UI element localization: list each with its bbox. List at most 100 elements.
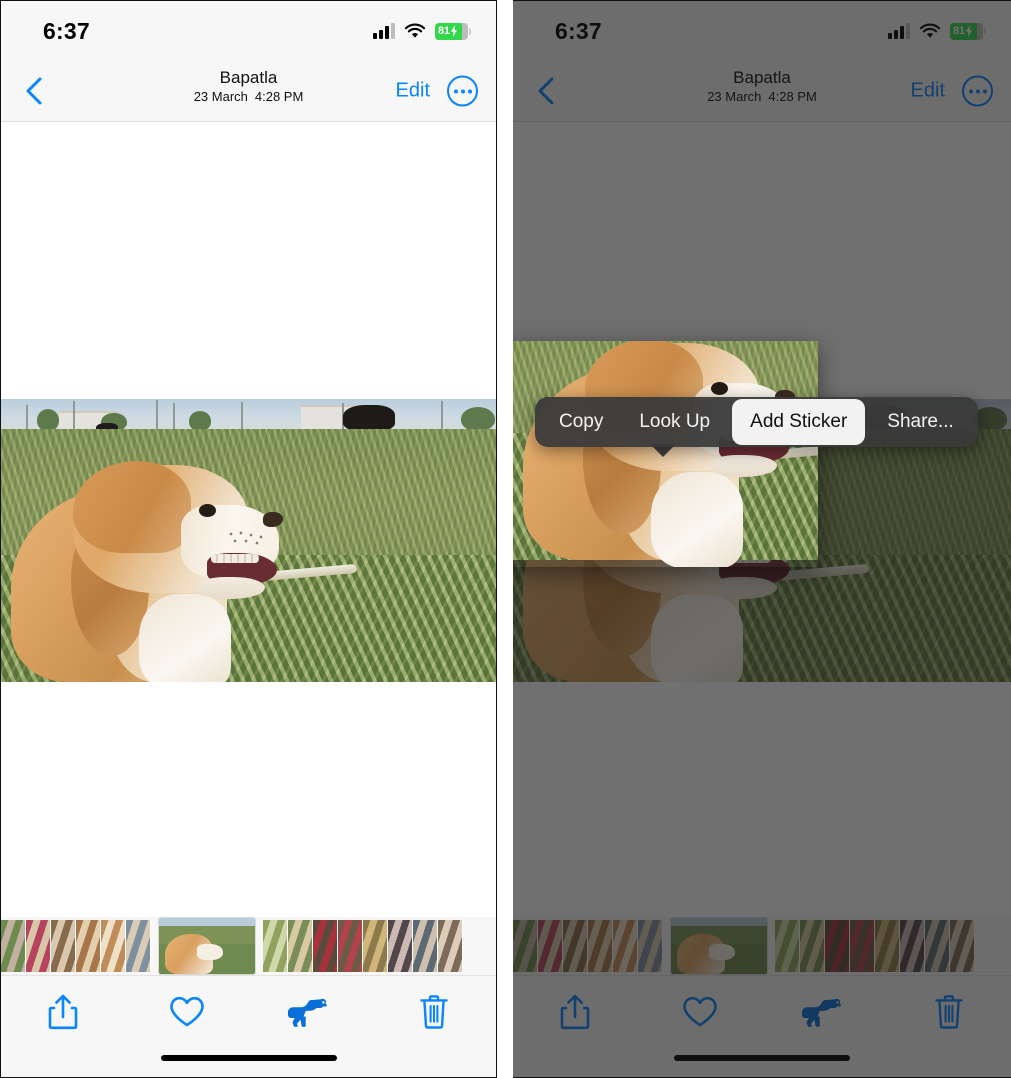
context-menu-item-0[interactable]: Copy	[541, 403, 621, 441]
filmstrip-thumb[interactable]	[413, 920, 438, 972]
thumb-image	[313, 920, 337, 972]
back-button[interactable]	[19, 75, 49, 107]
context-menu-item-1[interactable]: Look Up	[621, 403, 728, 441]
photo-filmstrip[interactable]	[1, 917, 496, 975]
photo-date: 23 March	[193, 89, 248, 104]
thumb-image	[438, 920, 462, 972]
battery-percent: 81	[953, 25, 965, 37]
filmstrip-thumb[interactable]	[513, 920, 538, 972]
thumb-image	[413, 920, 437, 972]
context-menu[interactable]: Copy Look Up Add Sticker Share...	[535, 397, 978, 447]
cellular-signal-icon	[373, 23, 395, 39]
thumb-image	[613, 920, 637, 972]
edit-button[interactable]: Edit	[911, 80, 945, 103]
filmstrip-thumb[interactable]	[51, 920, 76, 972]
favorite-button[interactable]	[638, 986, 763, 1038]
filmstrip-thumb[interactable]	[950, 920, 975, 972]
context-menu-item-3[interactable]: Share...	[869, 403, 972, 441]
main-photo[interactable]	[1, 399, 496, 682]
filmstrip-thumb[interactable]	[900, 920, 925, 972]
photo-time: 4:28 PM	[254, 89, 304, 104]
delete-button[interactable]	[372, 986, 496, 1038]
edit-button[interactable]: Edit	[396, 80, 430, 103]
thumb-image	[288, 920, 312, 972]
filmstrip-thumb-selected[interactable]	[159, 918, 255, 974]
filmstrip-thumb[interactable]	[1, 920, 26, 972]
filmstrip-thumb[interactable]	[338, 920, 363, 972]
phone-panel-after: 6:37 81 Bapatla 23 March 4:28 PM Edit Co…	[513, 0, 1011, 1078]
charging-bolt-icon	[450, 25, 457, 37]
thumb-image	[588, 920, 612, 972]
filmstrip-thumb[interactable]	[613, 920, 638, 972]
thumb-image	[538, 920, 562, 972]
filmstrip-thumb-selected[interactable]	[671, 918, 767, 974]
filmstrip-thumb[interactable]	[388, 920, 413, 972]
delete-button[interactable]	[887, 986, 1011, 1038]
thumb-dog-muzzle	[197, 944, 223, 960]
filmstrip-thumb[interactable]	[263, 920, 288, 972]
share-button[interactable]	[1, 986, 125, 1038]
thumb-image	[388, 920, 412, 972]
filmstrip-thumb[interactable]	[438, 920, 463, 972]
filmstrip-thumb[interactable]	[288, 920, 313, 972]
cellular-signal-icon	[888, 23, 910, 39]
filmstrip-thumb[interactable]	[588, 920, 613, 972]
thumb-image	[159, 918, 255, 974]
bottom-toolbar	[513, 975, 1011, 1077]
navigation-bar: Bapatla 23 March 4:28 PM Edit	[1, 61, 496, 122]
phone-panel-before: 6:37 81 Bapatla 23 March 4:28 PM Edit	[0, 0, 497, 1078]
battery-icon: 81	[435, 22, 471, 40]
filmstrip-thumb[interactable]	[638, 920, 663, 972]
pet-info-button[interactable]	[249, 986, 373, 1038]
thumb-image	[925, 920, 949, 972]
filmstrip-thumb[interactable]	[800, 920, 825, 972]
home-indicator	[674, 1055, 850, 1061]
pet-info-button[interactable]	[762, 986, 887, 1038]
filmstrip-thumb[interactable]	[26, 920, 51, 972]
ellipsis-icon	[467, 89, 472, 93]
chevron-left-icon	[26, 77, 42, 105]
heart-icon	[169, 996, 204, 1027]
thumb-image	[825, 920, 849, 972]
filmstrip-thumb[interactable]	[775, 920, 800, 972]
trash-icon	[420, 995, 448, 1029]
filmstrip-thumb[interactable]	[850, 920, 875, 972]
favorite-button[interactable]	[125, 986, 249, 1038]
photo-filmstrip[interactable]	[513, 917, 1011, 975]
wifi-icon	[404, 23, 426, 39]
more-options-button[interactable]	[962, 75, 993, 107]
thumb-image	[363, 920, 387, 972]
filmstrip-thumb[interactable]	[101, 920, 126, 972]
bottom-toolbar	[1, 975, 496, 1077]
dog-subject	[11, 461, 291, 682]
thumb-image	[76, 920, 100, 972]
filmstrip-thumb[interactable]	[925, 920, 950, 972]
thumb-image	[950, 920, 974, 972]
charging-bolt-icon	[965, 25, 972, 37]
context-menu-item-2[interactable]: Add Sticker	[732, 399, 866, 445]
screenshot-stage: 6:37 81 Bapatla 23 March 4:28 PM Edit 6:…	[0, 0, 1011, 1078]
status-indicators: 81	[373, 22, 471, 40]
status-bar: 6:37 81	[1, 1, 496, 61]
ellipsis-icon	[982, 89, 987, 93]
share-icon	[560, 994, 590, 1030]
ellipsis-icon	[460, 89, 465, 93]
thumb-image	[850, 920, 874, 972]
back-button[interactable]	[531, 75, 561, 107]
filmstrip-thumb[interactable]	[875, 920, 900, 972]
thumb-dog-muzzle	[709, 944, 735, 960]
filmstrip-thumb[interactable]	[563, 920, 588, 972]
filmstrip-thumb[interactable]	[825, 920, 850, 972]
filmstrip-thumb[interactable]	[313, 920, 338, 972]
trash-icon	[935, 995, 963, 1029]
filmstrip-thumb[interactable]	[126, 920, 151, 972]
status-time: 6:37	[43, 17, 90, 44]
thumb-image	[775, 920, 799, 972]
filmstrip-thumb[interactable]	[76, 920, 101, 972]
filmstrip-thumb[interactable]	[538, 920, 563, 972]
battery-percent: 81	[438, 25, 450, 37]
filmstrip-thumb[interactable]	[363, 920, 388, 972]
share-button[interactable]	[513, 986, 638, 1038]
thumb-image	[671, 918, 767, 974]
more-options-button[interactable]	[447, 75, 478, 107]
